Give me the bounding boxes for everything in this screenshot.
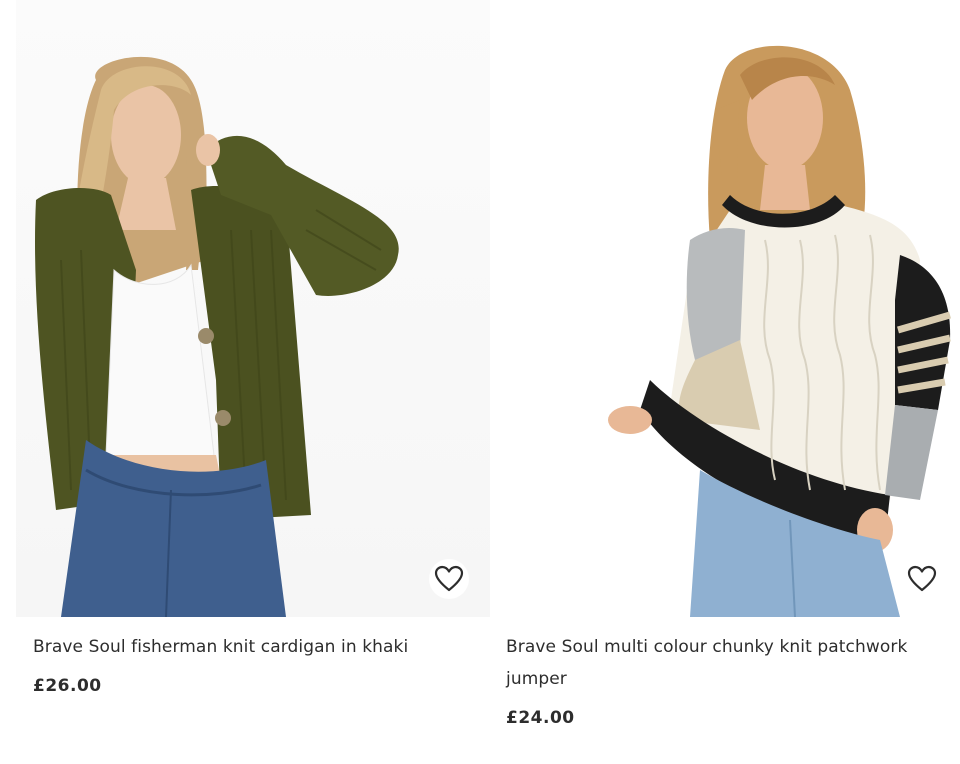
product-price: £24.00 bbox=[506, 708, 575, 728]
product-image[interactable] bbox=[490, 0, 960, 617]
heart-outline-icon bbox=[434, 565, 464, 592]
product-grid: Brave Soul fisherman knit cardigan in kh… bbox=[0, 0, 960, 764]
product-title[interactable]: Brave Soul multi colour chunky knit patc… bbox=[506, 631, 926, 695]
heart-outline-icon bbox=[907, 565, 937, 592]
save-for-later-button[interactable] bbox=[902, 559, 942, 599]
product-image[interactable] bbox=[16, 0, 490, 617]
save-for-later-button[interactable] bbox=[429, 559, 469, 599]
product-image-link[interactable] bbox=[490, 0, 960, 617]
product-card[interactable]: Brave Soul fisherman knit cardigan in kh… bbox=[16, 0, 490, 696]
product-price: £26.00 bbox=[33, 676, 102, 696]
product-card[interactable]: Brave Soul multi colour chunky knit patc… bbox=[490, 0, 960, 728]
product-image-link[interactable] bbox=[16, 0, 490, 617]
product-title[interactable]: Brave Soul fisherman knit cardigan in kh… bbox=[33, 631, 473, 663]
